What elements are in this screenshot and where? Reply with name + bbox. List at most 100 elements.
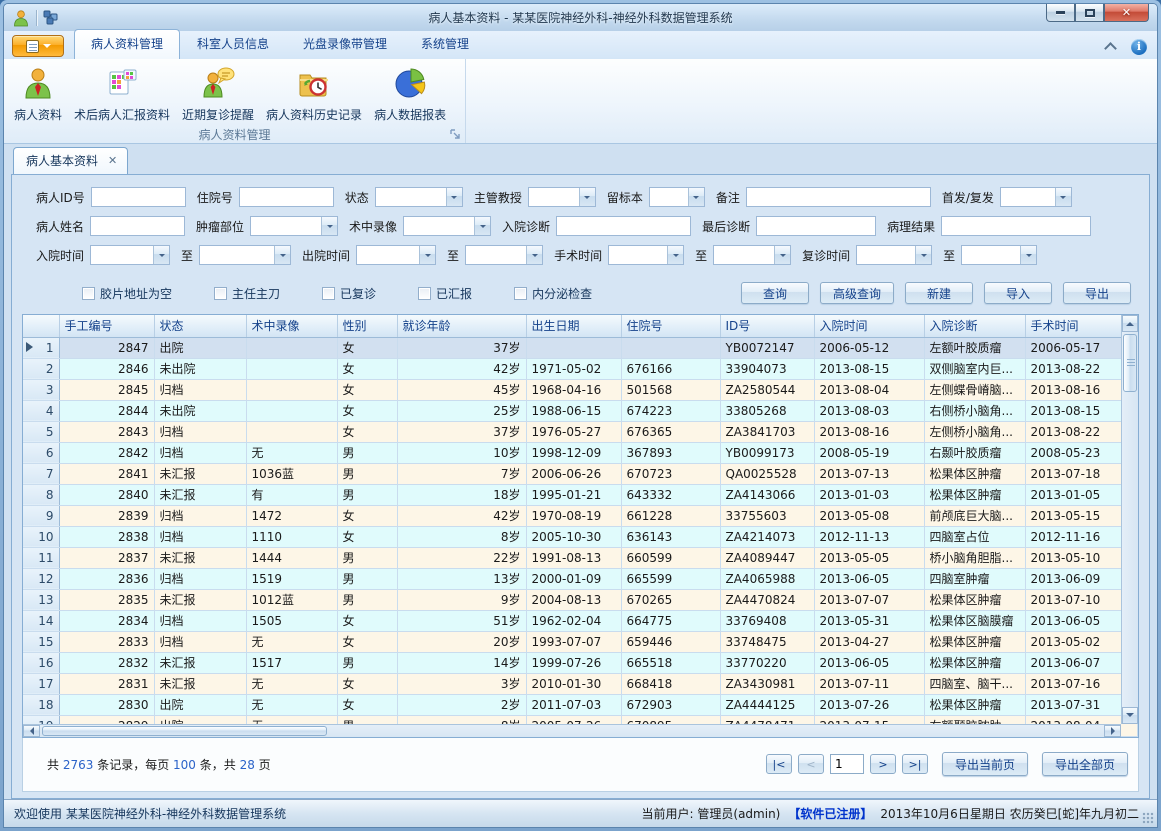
column-header-入院时间[interactable]: 入院时间 [814,315,924,337]
vertical-scrollbar[interactable] [1121,315,1138,724]
checkbox-box[interactable] [514,287,527,300]
table-row[interactable]: 172831未汇报无女3岁2010-01-30668418ZA343098120… [23,673,1137,694]
column-header-术中录像[interactable]: 术中录像 [246,315,337,337]
filter-input-病理结果[interactable] [941,216,1091,236]
window-layout-icon[interactable] [43,10,58,25]
checkbox-box[interactable] [82,287,95,300]
combo-dropdown-icon[interactable] [474,217,490,235]
filter-combo-至[interactable] [961,245,1037,265]
prev-page-button[interactable]: < [798,754,824,774]
column-header-ID号[interactable]: ID号 [720,315,814,337]
filter-input-最后诊断[interactable] [756,216,876,236]
column-header-状态[interactable]: 状态 [154,315,246,337]
ribbon-tab-科室人员信息[interactable]: 科室人员信息 [180,29,286,59]
button-查询[interactable]: 查询 [741,282,809,304]
combo-dropdown-icon[interactable] [579,188,595,206]
column-header-住院号[interactable]: 住院号 [621,315,720,337]
column-header-手工编号[interactable]: 手工编号 [59,315,154,337]
checkbox-内分泌检查[interactable]: 内分泌检查 [514,285,592,302]
combo-dropdown-icon[interactable] [667,246,683,264]
filter-input-备注[interactable] [746,187,931,207]
column-header-入院诊断[interactable]: 入院诊断 [924,315,1025,337]
combo-dropdown-icon[interactable] [1020,246,1036,264]
last-page-button[interactable]: >| [902,754,928,774]
table-row[interactable]: 12847出院女37岁YB00721472006-05-12左额叶胶质瘤2006… [23,337,1137,358]
table-row[interactable]: 82840未汇报有男18岁1995-01-21643332ZA414306620… [23,484,1137,505]
export-current-page-button[interactable]: 导出当前页 [942,752,1028,776]
button-导出[interactable]: 导出 [1063,282,1131,304]
export-all-pages-button[interactable]: 导出全部页 [1042,752,1128,776]
column-header-出生日期[interactable]: 出生日期 [526,315,621,337]
ribbon-button-近期复诊提醒[interactable]: 近期复诊提醒 [176,63,260,126]
checkbox-已复诊[interactable]: 已复诊 [322,285,376,302]
filter-input-住院号[interactable] [239,187,334,207]
table-row[interactable]: 52843归档女37岁1976-05-27676365ZA38417032013… [23,421,1137,442]
button-新建[interactable]: 新建 [905,282,973,304]
ribbon-tab-病人资料管理[interactable]: 病人资料管理 [74,29,180,59]
table-row[interactable]: 122836归档1519男13岁2000-01-09665599ZA406598… [23,568,1137,589]
vertical-scroll-thumb[interactable] [1123,334,1137,392]
combo-dropdown-icon[interactable] [688,188,704,206]
filter-combo-复诊时间[interactable] [856,245,932,265]
ribbon-button-病人资料历史记录[interactable]: 病人资料历史记录 [260,63,368,126]
dialog-launcher-icon[interactable] [450,129,461,140]
next-page-button[interactable]: > [870,754,896,774]
filter-combo-首发/复发[interactable] [1000,187,1072,207]
checkbox-box[interactable] [322,287,335,300]
first-page-button[interactable]: |< [766,754,792,774]
table-row[interactable]: 162832未汇报1517男14岁1999-07-266655183377022… [23,652,1137,673]
table-row[interactable]: 72841未汇报1036蓝男7岁2006-06-26670723QA002552… [23,463,1137,484]
button-导入[interactable]: 导入 [984,282,1052,304]
horizontal-scroll-thumb[interactable] [42,726,327,736]
tab-patient-basic-info[interactable]: 病人基本资料 ✕ [13,147,128,174]
column-header-row-indicator[interactable] [23,315,59,337]
combo-dropdown-icon[interactable] [321,217,337,235]
table-row[interactable]: 182830出院无女2岁2011-07-03672903ZA4444125201… [23,694,1137,715]
scroll-left-button[interactable] [23,725,40,737]
filter-combo-术中录像[interactable] [403,216,491,236]
filter-combo-至[interactable] [713,245,791,265]
combo-dropdown-icon[interactable] [915,246,931,264]
checkbox-box[interactable] [214,287,227,300]
filter-combo-至[interactable] [465,245,543,265]
table-row[interactable]: 102838归档1110女8岁2005-10-30636143ZA4214073… [23,526,1137,547]
filter-input-病人ID号[interactable] [91,187,186,207]
scroll-up-button[interactable] [1122,315,1138,332]
ribbon-tab-系统管理[interactable]: 系统管理 [404,29,486,59]
table-row[interactable]: 22846未出院女42岁1971-05-02676166339040732013… [23,358,1137,379]
table-row[interactable]: 142834归档1505女51岁1962-02-0466477533769408… [23,610,1137,631]
filter-input-入院诊断[interactable] [556,216,691,236]
combo-dropdown-icon[interactable] [274,246,290,264]
table-row[interactable]: 112837未汇报1444男22岁1991-08-13660599ZA40894… [23,547,1137,568]
column-header-就诊年龄[interactable]: 就诊年龄 [397,315,526,337]
ribbon-button-术后病人汇报资料[interactable]: 术后病人汇报资料 [68,63,176,126]
checkbox-已汇报[interactable]: 已汇报 [418,285,472,302]
combo-dropdown-icon[interactable] [1055,188,1071,206]
table-row[interactable]: 152833归档无女20岁1993-07-0765944633748475201… [23,631,1137,652]
checkbox-box[interactable] [418,287,431,300]
filter-combo-手术时间[interactable] [608,245,684,265]
filter-combo-出院时间[interactable] [356,245,436,265]
scroll-down-button[interactable] [1122,707,1138,724]
table-row[interactable]: 32845归档女45岁1968-04-16501568ZA25805442013… [23,379,1137,400]
minimize-button[interactable] [1046,4,1075,22]
checkbox-胶片地址为空[interactable]: 胶片地址为空 [82,285,172,302]
application-menu-button[interactable] [12,35,64,57]
ribbon-button-病人数据报表[interactable]: 病人数据报表 [368,63,452,126]
table-row[interactable]: 42844未出院女25岁1988-06-15674223338052682013… [23,400,1137,421]
ribbon-tab-光盘录像带管理[interactable]: 光盘录像带管理 [286,29,404,59]
table-row[interactable]: 62842归档无男10岁1998-12-09367893YB0099173200… [23,442,1137,463]
horizontal-scrollbar[interactable] [23,724,1121,737]
combo-dropdown-icon[interactable] [153,246,169,264]
registration-status-link[interactable]: 【软件已注册】 [788,805,872,822]
combo-dropdown-icon[interactable] [774,246,790,264]
filter-combo-状态[interactable] [375,187,463,207]
table-row[interactable]: 132835未汇报1012蓝男9岁2004-08-13670265ZA44708… [23,589,1137,610]
checkbox-主任主刀[interactable]: 主任主刀 [214,285,280,302]
combo-dropdown-icon[interactable] [419,246,435,264]
tab-close-icon[interactable]: ✕ [108,154,117,167]
page-number-input[interactable] [830,754,864,774]
table-row[interactable]: 92839归档1472女42岁1970-08-19661228337556032… [23,505,1137,526]
filter-combo-肿瘤部位[interactable] [250,216,338,236]
filter-combo-入院时间[interactable] [90,245,170,265]
